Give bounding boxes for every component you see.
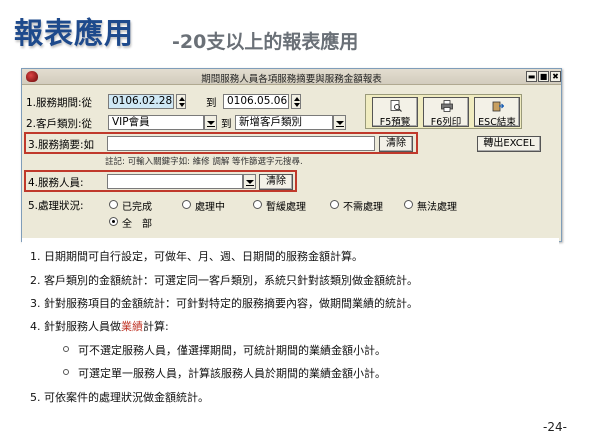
summary-clear-button[interactable]: 清除: [379, 136, 413, 152]
note-4-sub-2: 可選定單一服務人員，計算該服務人員於期間的業績金額小計。: [78, 367, 386, 380]
period-from-spinner[interactable]: [176, 94, 186, 109]
status-radio-not-needed[interactable]: [330, 200, 339, 209]
note-2: 2. 客戶類別的金額統計：可選定同一客戶類別，系統只針對該類別做金額統計。: [30, 274, 418, 287]
note-4-sub-1: 可不選定服務人員，僅選擇期間，可統計期間的業績金額小計。: [78, 344, 386, 357]
customer-from-dropdown[interactable]: [204, 115, 217, 130]
period-label: 1.服務期間:從: [26, 97, 93, 109]
period-to-field[interactable]: 0106.05.06: [223, 94, 289, 109]
status-option-processing: 處理中: [195, 202, 225, 213]
customer-to-field[interactable]: 新增客戶類別: [235, 115, 333, 130]
close-button[interactable]: ✖: [550, 71, 561, 82]
staff-dropdown[interactable]: [243, 174, 256, 189]
preview-icon: [390, 100, 402, 112]
staff-field[interactable]: [107, 174, 243, 189]
status-radio-deferred[interactable]: [253, 200, 262, 209]
print-label: F6列印: [430, 117, 462, 128]
bullet-icon: [63, 346, 69, 352]
slide-title: 報表應用: [14, 16, 135, 50]
status-label: 5.處理狀況:: [28, 200, 84, 212]
note-5: 5. 可依案件的處理狀況做金額統計。: [30, 391, 209, 404]
window-titlebar: 期間服務人員各項服務摘要與服務金額報表 ▬ ■ ✖: [22, 69, 561, 85]
period-to-spinner[interactable]: [291, 94, 301, 109]
note-1: 1. 日期期間可自行設定，可做年、月、週、日期間的服務金額計算。: [30, 250, 363, 263]
export-excel-button[interactable]: 轉出EXCEL: [477, 136, 541, 152]
preview-button[interactable]: F5預覽: [372, 97, 418, 128]
note-4-suffix: 計算:: [143, 320, 169, 333]
note-3: 3. 針對服務項目的金額統計：可針對特定的服務摘要內容，做期間業績的統計。: [30, 297, 418, 310]
printer-icon: [441, 100, 453, 112]
note-4-highlight: 業績: [121, 320, 143, 333]
staff-clear-button[interactable]: 清除: [259, 174, 293, 190]
summary-input[interactable]: [107, 136, 375, 151]
customer-to-label: 到: [221, 118, 232, 130]
period-to-label: 到: [206, 97, 217, 109]
maximize-button[interactable]: ■: [538, 71, 549, 82]
slide-subtitle: -20支以上的報表應用: [172, 31, 359, 53]
status-radio-all[interactable]: [109, 217, 118, 226]
status-option-completed: 已完成: [122, 202, 152, 213]
note-4-prefix: 4. 針對服務人員做: [30, 320, 121, 333]
status-option-deferred: 暫緩處理: [266, 202, 306, 213]
print-button[interactable]: F6列印: [423, 97, 469, 128]
customer-label: 2.客戶類別:從: [26, 118, 93, 130]
window-title: 期間服務人員各項服務摘要與服務金額報表: [201, 74, 382, 85]
report-window: 期間服務人員各項服務摘要與服務金額報表 ▬ ■ ✖ 1.服務期間:從 0106.…: [21, 68, 562, 242]
exit-label: ESC結束: [478, 117, 516, 128]
status-radio-completed[interactable]: [109, 200, 118, 209]
summary-label: 3.服務摘要:如: [28, 139, 95, 151]
notes-panel: 1. 日期期間可自行設定，可做年、月、週、日期間的服務金額計算。 2. 客戶類別…: [22, 238, 559, 408]
preview-label: F5預覽: [379, 117, 411, 128]
staff-label: 4.服務人員:: [28, 177, 84, 189]
status-radio-processing[interactable]: [182, 200, 191, 209]
status-option-all: 全 部: [122, 219, 152, 230]
exit-button[interactable]: ESC結束: [474, 97, 520, 128]
exit-icon: [492, 101, 504, 112]
status-option-not-needed: 不需處理: [343, 202, 383, 213]
customer-to-dropdown[interactable]: [333, 115, 346, 130]
status-radio-unable[interactable]: [404, 200, 413, 209]
bullet-icon: [63, 369, 69, 375]
page-number: -24-: [543, 420, 567, 434]
customer-from-field[interactable]: VIP會員: [108, 115, 204, 130]
minimize-button[interactable]: ▬: [526, 71, 537, 82]
period-from-field[interactable]: 0106.02.28: [108, 94, 174, 109]
status-option-unable: 無法處理: [417, 202, 457, 213]
note-4: 4. 針對服務人員做業績計算:: [30, 318, 169, 334]
summary-hint: 註記: 可輸入關鍵字如: 維修 調解 等作篩選字元搜尋.: [105, 157, 303, 167]
